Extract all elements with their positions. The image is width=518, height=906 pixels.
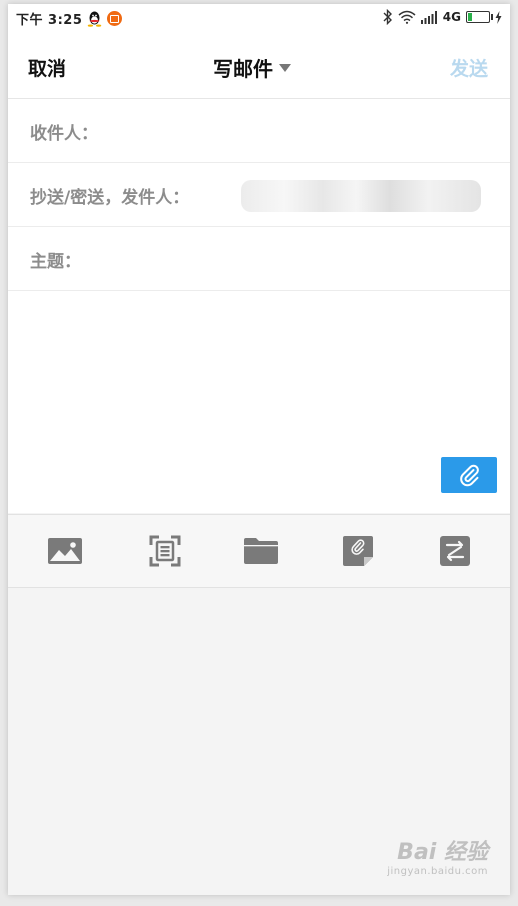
scan-icon [149, 535, 181, 567]
chevron-down-icon [279, 63, 291, 72]
signal-icon [420, 10, 437, 24]
subject-label: 主题： [30, 252, 81, 272]
send-button[interactable]: 发送 [450, 54, 488, 81]
recipient-field[interactable]: 收件人： [8, 99, 510, 163]
watermark-url: jingyan.baidu.com [387, 866, 488, 877]
battery-level [468, 13, 473, 21]
convert-button[interactable] [436, 534, 474, 568]
bluetooth-icon [383, 9, 392, 25]
attach-file-button[interactable] [242, 534, 280, 568]
battery-icon [466, 11, 493, 23]
phone-screen: 下午 3:25 4G 取消 写邮件 发送 收件人： 抄送/密送，发件人： 主题：… [8, 4, 510, 895]
recipient-label: 收件人： [30, 124, 98, 144]
network-label: 4G [442, 10, 461, 24]
sender-address-blurred [241, 180, 481, 212]
status-time: 下午 3:25 [16, 13, 83, 28]
watermark-text: Bai 经验 [397, 840, 488, 865]
folder-icon [244, 538, 278, 564]
convert-icon [440, 536, 470, 566]
compose-toolbar [8, 514, 510, 588]
cancel-button[interactable]: 取消 [28, 54, 66, 81]
attachment-button[interactable] [441, 457, 497, 493]
status-bar: 下午 3:25 4G [8, 4, 510, 32]
title-dropdown[interactable]: 写邮件 [213, 53, 291, 82]
wifi-icon [398, 10, 416, 24]
watermark-logo: Bai 经验 jingyan.baidu.com [387, 834, 488, 877]
scan-document-button[interactable] [146, 534, 184, 568]
message-body[interactable] [8, 291, 510, 513]
note-icon [343, 536, 373, 566]
cc-bcc-sender-field[interactable]: 抄送/密送，发件人： [8, 163, 510, 227]
app-badge-icon [107, 11, 123, 26]
attach-note-button[interactable] [339, 534, 377, 568]
paperclip-icon [460, 464, 479, 487]
subject-field[interactable]: 主题： [8, 227, 510, 291]
page-title: 写邮件 [213, 57, 273, 81]
charging-icon [495, 10, 502, 24]
insert-image-button[interactable] [46, 534, 84, 568]
cc-bcc-sender-label: 抄送/密送，发件人： [30, 188, 190, 208]
qq-icon [88, 11, 102, 27]
compose-header: 取消 写邮件 发送 [8, 32, 510, 99]
image-icon [48, 538, 82, 564]
